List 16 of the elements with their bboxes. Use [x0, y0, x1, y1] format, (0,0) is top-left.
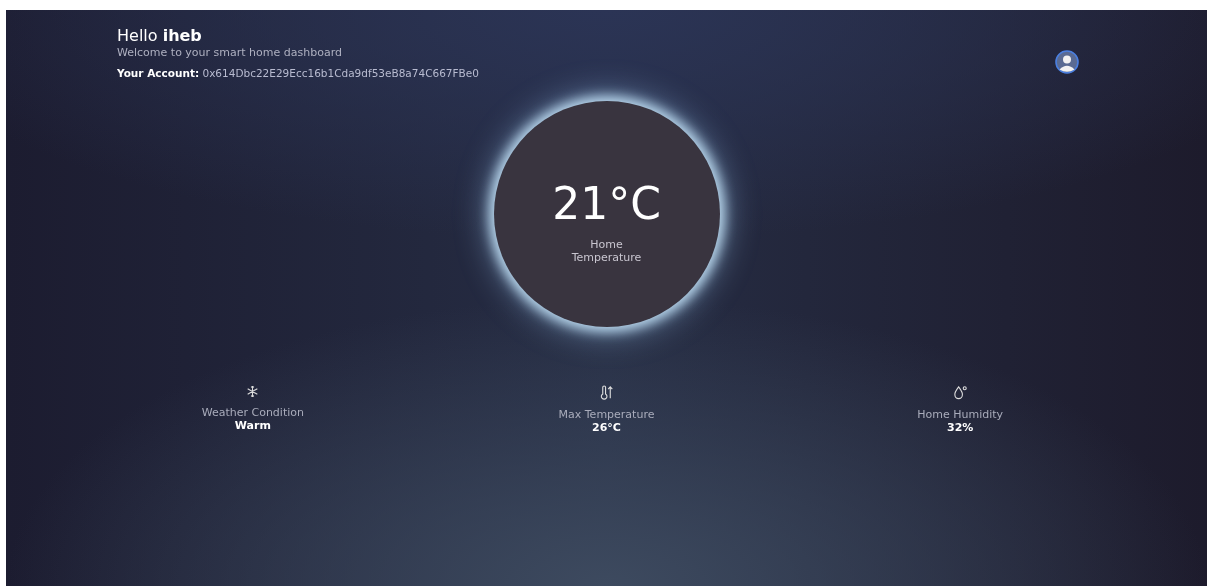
temperature-value: 21°C — [552, 178, 661, 230]
thermometer-icon — [599, 385, 614, 400]
stat-label: Max Temperature — [558, 408, 655, 421]
account-address: 0x614Dbc22E29Ecc16b1Cda9df53eB8a74C667FBe0 — [202, 67, 479, 79]
avatar-icon[interactable] — [1055, 50, 1079, 74]
stat-value: 32% — [947, 421, 974, 434]
snowflake-icon — [246, 385, 260, 398]
stat-value: Warm — [234, 419, 271, 432]
account-label: Your Account: — [117, 67, 200, 79]
greeting: Hello iheb — [117, 26, 203, 45]
humidity-icon — [952, 385, 968, 400]
welcome-text: Welcome to your smart home dashboard — [117, 46, 343, 59]
temperature-label: Home Temperature — [571, 239, 642, 264]
stat-label: Weather Condition — [201, 406, 304, 419]
stat-value: 26°C — [592, 421, 621, 434]
stat-label: Home Humidity — [917, 408, 1004, 421]
